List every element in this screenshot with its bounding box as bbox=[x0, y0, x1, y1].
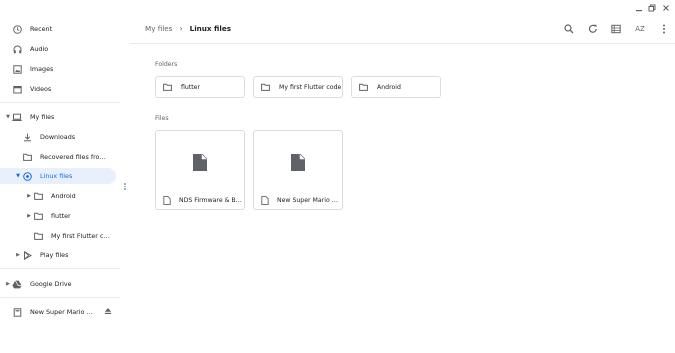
sidebar-item-my-files[interactable]: ▼ My files bbox=[4, 109, 116, 125]
breadcrumb: My files › Linux files bbox=[145, 24, 231, 33]
close-button[interactable] bbox=[661, 3, 671, 13]
breadcrumb-my-files[interactable]: My files bbox=[145, 24, 172, 33]
breadcrumb-separator: › bbox=[179, 24, 183, 33]
sidebar-item-recovered[interactable]: Recovered files from ... bbox=[14, 149, 116, 165]
sidebar-item-downloads[interactable]: Downloads bbox=[14, 129, 116, 145]
sidebar-item-label: Images bbox=[30, 65, 54, 73]
refresh-icon bbox=[588, 24, 597, 33]
image-icon bbox=[12, 64, 22, 74]
expand-arrow-icon[interactable]: ▶ bbox=[4, 281, 12, 287]
sidebar-item-label: Audio bbox=[30, 45, 49, 53]
sidebar-item-flutter[interactable]: ▶ flutter bbox=[25, 208, 116, 224]
sidebar-resize-handle[interactable] bbox=[124, 182, 128, 192]
more-options-button[interactable] bbox=[658, 23, 670, 35]
sd-card-icon bbox=[12, 307, 22, 317]
sidebar-item-label: Downloads bbox=[40, 133, 76, 141]
sidebar-item-android[interactable]: ▶ Android bbox=[25, 188, 116, 204]
list-view-button[interactable] bbox=[610, 23, 622, 35]
file-large-icon bbox=[193, 153, 208, 171]
sidebar-item-play-files[interactable]: ▶ Play files bbox=[14, 247, 116, 263]
play-store-icon bbox=[22, 250, 32, 260]
folder-icon bbox=[33, 231, 43, 241]
folder-label: Android bbox=[377, 83, 401, 91]
sidebar-divider bbox=[0, 102, 120, 103]
close-icon bbox=[663, 5, 669, 11]
sidebar-item-removable-drive[interactable]: New Super Mario Bro... bbox=[4, 304, 100, 320]
eject-button[interactable] bbox=[103, 306, 113, 316]
sidebar-item-label: Linux files bbox=[40, 172, 73, 180]
file-card-new-super-mario[interactable]: New Super Mario Br... bbox=[253, 130, 343, 210]
folder-icon bbox=[33, 211, 43, 221]
expand-arrow-icon[interactable]: ▼ bbox=[14, 173, 22, 179]
sidebar-item-label: My first Flutter co... bbox=[51, 232, 113, 240]
video-icon bbox=[12, 84, 22, 94]
minimize-button[interactable] bbox=[634, 3, 644, 13]
file-label: NDS Firmware & BI... bbox=[179, 196, 243, 204]
clock-icon bbox=[12, 24, 22, 34]
folder-icon bbox=[162, 82, 172, 92]
sidebar-item-label: Recent bbox=[30, 25, 53, 33]
sidebar-item-recent[interactable]: Recent bbox=[4, 21, 116, 37]
sidebar-item-videos[interactable]: Videos bbox=[4, 81, 116, 97]
folder-card-android[interactable]: Android bbox=[351, 76, 441, 98]
folder-icon bbox=[358, 82, 368, 92]
list-view-icon bbox=[611, 24, 621, 34]
google-drive-icon bbox=[12, 279, 22, 289]
minimize-icon bbox=[636, 10, 642, 12]
folder-label: My first Flutter code bbox=[279, 83, 342, 91]
sidebar-item-images[interactable]: Images bbox=[4, 61, 116, 77]
more-vertical-icon bbox=[663, 24, 665, 34]
breadcrumb-current: Linux files bbox=[189, 24, 232, 33]
linux-icon bbox=[22, 171, 32, 181]
files-heading: Files bbox=[155, 115, 169, 122]
sort-icon: AZ bbox=[635, 25, 645, 33]
sidebar-item-label: Google Drive bbox=[30, 280, 72, 288]
expand-arrow-icon[interactable]: ▶ bbox=[14, 252, 22, 258]
sidebar-divider bbox=[0, 297, 120, 298]
folder-card-my-first-flutter-code[interactable]: My first Flutter code bbox=[253, 76, 343, 98]
sidebar-item-label: Videos bbox=[30, 85, 52, 93]
folder-icon bbox=[260, 82, 270, 92]
folder-icon bbox=[22, 152, 32, 162]
file-icon bbox=[162, 195, 172, 205]
search-icon bbox=[564, 24, 574, 34]
maximize-button[interactable] bbox=[647, 3, 657, 13]
folder-card-flutter[interactable]: flutter bbox=[155, 76, 245, 98]
expand-arrow-icon[interactable]: ▶ bbox=[25, 193, 33, 199]
header-divider bbox=[130, 43, 675, 44]
sidebar-item-label: Android bbox=[51, 192, 76, 200]
expand-arrow-icon[interactable]: ▼ bbox=[4, 114, 12, 120]
search-button[interactable] bbox=[563, 23, 575, 35]
eject-icon bbox=[104, 308, 112, 314]
sidebar-item-label: Play files bbox=[40, 251, 69, 259]
sidebar-item-audio[interactable]: Audio bbox=[4, 41, 116, 57]
sidebar-item-label: Recovered files from ... bbox=[40, 153, 108, 161]
sidebar-divider bbox=[0, 268, 120, 269]
sidebar-item-label: New Super Mario Bro... bbox=[30, 308, 96, 316]
download-icon bbox=[22, 132, 32, 142]
headphones-icon bbox=[12, 44, 22, 54]
laptop-icon bbox=[12, 112, 22, 122]
file-large-icon bbox=[291, 153, 306, 171]
refresh-button[interactable] bbox=[587, 23, 599, 35]
sidebar-item-my-first-flutter[interactable]: My first Flutter co... bbox=[25, 228, 116, 244]
sidebar-item-linux-files[interactable]: ▼ Linux files bbox=[0, 168, 116, 184]
file-label: New Super Mario Br... bbox=[277, 196, 341, 204]
folder-icon bbox=[33, 191, 43, 201]
folder-label: flutter bbox=[181, 83, 201, 91]
maximize-icon bbox=[648, 4, 656, 12]
sidebar-item-label: My files bbox=[30, 113, 55, 121]
sidebar-item-label: flutter bbox=[51, 212, 71, 220]
file-thumbnail bbox=[156, 131, 244, 193]
sidebar-item-google-drive[interactable]: ▶ Google Drive bbox=[4, 276, 116, 292]
expand-arrow-icon[interactable]: ▶ bbox=[25, 213, 33, 219]
file-thumbnail bbox=[254, 131, 342, 193]
file-card-nds-firmware[interactable]: NDS Firmware & BI... bbox=[155, 130, 245, 210]
folders-heading: Folders bbox=[155, 61, 178, 68]
sidebar: Recent Audio Images Videos ▼ My files Do… bbox=[0, 0, 120, 353]
sort-button[interactable]: AZ bbox=[633, 23, 647, 35]
file-icon bbox=[260, 195, 270, 205]
